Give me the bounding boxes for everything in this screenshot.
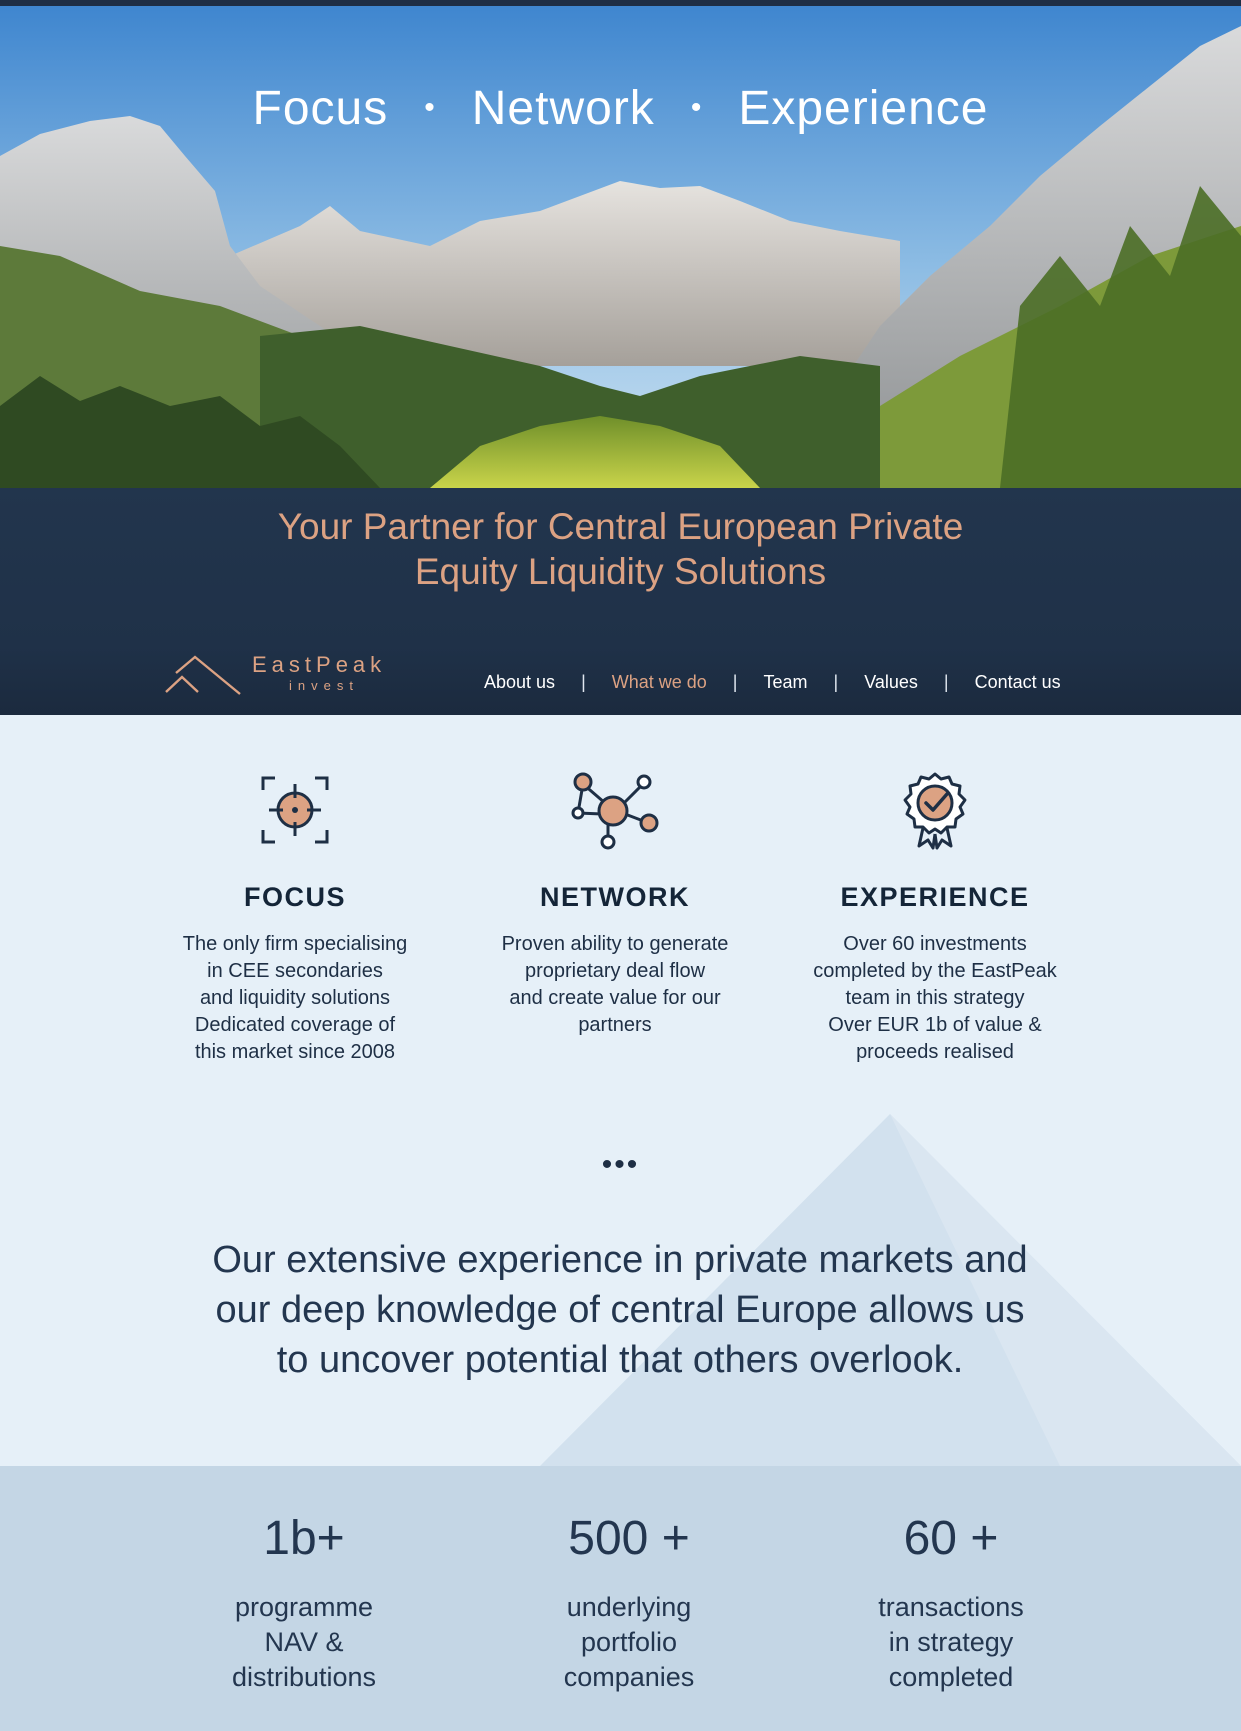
stats-section: 1b+ programme NAV & distributions 500 + … [0,1466,1241,1731]
feature-line: Over EUR 1b of value & [828,1014,1042,1036]
page-headline: Your Partner for Central European Privat… [0,504,1241,594]
tagline-separator: • [424,91,436,125]
nav-what-we-do[interactable]: What we do [612,672,707,693]
header-banner: Your Partner for Central European Privat… [0,488,1241,715]
eastpeak-logo[interactable]: EastPeak invest [164,650,404,706]
tagline-network: Network [471,81,655,135]
feature-network: NETWORK Proven ability to generate propr… [470,770,760,1039]
stat-value: 500 + [568,1512,690,1565]
logo-subtitle: invest [289,678,359,693]
quote-line: Our extensive experience in private mark… [212,1239,1028,1281]
feature-line: team in this strategy [845,987,1025,1009]
stat-portfolio-companies: 500 + underlying portfolio companies [509,1510,749,1695]
logo-name: EastPeak [252,652,387,677]
stat-label-line: distributions [231,1662,377,1692]
main-nav: About us | What we do | Team | Values | … [484,672,1104,693]
feature-line: Dedicated coverage of [194,1014,396,1036]
feature-description: Over 60 investments completed by the Eas… [790,931,1080,1066]
award-badge-icon [903,772,967,850]
feature-line: Over 60 investments [843,933,1027,955]
stat-value: 1b+ [263,1512,345,1565]
features-section: FOCUS The only firm specialising in CEE … [150,770,1090,1090]
headline-line: Your Partner for Central European Privat… [277,506,964,547]
section-divider-dots: ••• [601,1148,640,1181]
tagline-separator: • [690,91,703,125]
feature-focus: FOCUS The only firm specialising in CEE … [150,770,440,1066]
feature-line: and create value for our [509,987,721,1009]
hero-tagline: Focus • Network • Experience [0,78,1241,136]
stat-label: transactions in strategy completed [831,1590,1071,1695]
feature-line: and liquidity solutions [199,987,391,1009]
stat-transactions: 60 + transactions in strategy completed [831,1510,1071,1695]
feature-line: completed by the EastPeak [813,960,1057,982]
target-icon [261,776,329,844]
feature-line: proceeds realised [856,1041,1014,1063]
stat-label-line: programme [234,1592,374,1622]
feature-experience: EXPERIENCE Over 60 investments completed… [790,770,1080,1066]
stat-programme-nav: 1b+ programme NAV & distributions [184,1510,424,1695]
nav-about-us[interactable]: About us [484,672,555,693]
stat-value: 60 + [903,1512,999,1565]
nav-separator: | [732,672,738,692]
feature-description: The only firm specialising in CEE second… [150,931,440,1066]
stat-label-line: underlying [566,1592,692,1622]
stat-label: programme NAV & distributions [184,1590,424,1695]
tagline-experience: Experience [738,81,989,135]
nav-separator: | [581,672,586,692]
feature-line: The only firm specialising [182,933,408,955]
feature-line: in CEE secondaries [207,960,383,982]
quote-line: to uncover potential that others overloo… [276,1339,964,1381]
intro-quote: Our extensive experience in private mark… [150,1235,1090,1385]
stat-label-line: transactions [878,1592,1024,1622]
tagline-focus: Focus [252,81,389,135]
stat-label-line: companies [563,1662,695,1692]
quote-line: our deep knowledge of central Europe all… [215,1289,1025,1331]
feature-title: FOCUS [244,882,346,912]
feature-description: Proven ability to generate proprietary d… [470,931,760,1039]
stat-label-line: completed [888,1662,1014,1692]
network-icon [571,772,659,850]
nav-team[interactable]: Team [763,672,807,693]
nav-separator: | [833,672,839,692]
feature-line: this market since 2008 [194,1041,396,1063]
stat-label-line: NAV & [264,1627,344,1657]
feature-title: EXPERIENCE [840,882,1030,912]
headline-line: Equity Liquidity Solutions [414,551,827,592]
stat-label: underlying portfolio companies [509,1590,749,1695]
hero-image: Focus • Network • Experience [0,6,1241,488]
feature-title: NETWORK [540,882,690,912]
feature-line: Proven ability to generate [501,933,729,955]
stat-label-line: in strategy [888,1627,1014,1657]
mountain-logo-icon [165,655,241,695]
nav-contact-us[interactable]: Contact us [975,672,1061,693]
nav-separator: | [943,672,949,692]
feature-line: partners [578,1014,652,1036]
stat-label-line: portfolio [580,1627,678,1657]
feature-line: proprietary deal flow [524,960,706,982]
nav-values[interactable]: Values [864,672,918,693]
